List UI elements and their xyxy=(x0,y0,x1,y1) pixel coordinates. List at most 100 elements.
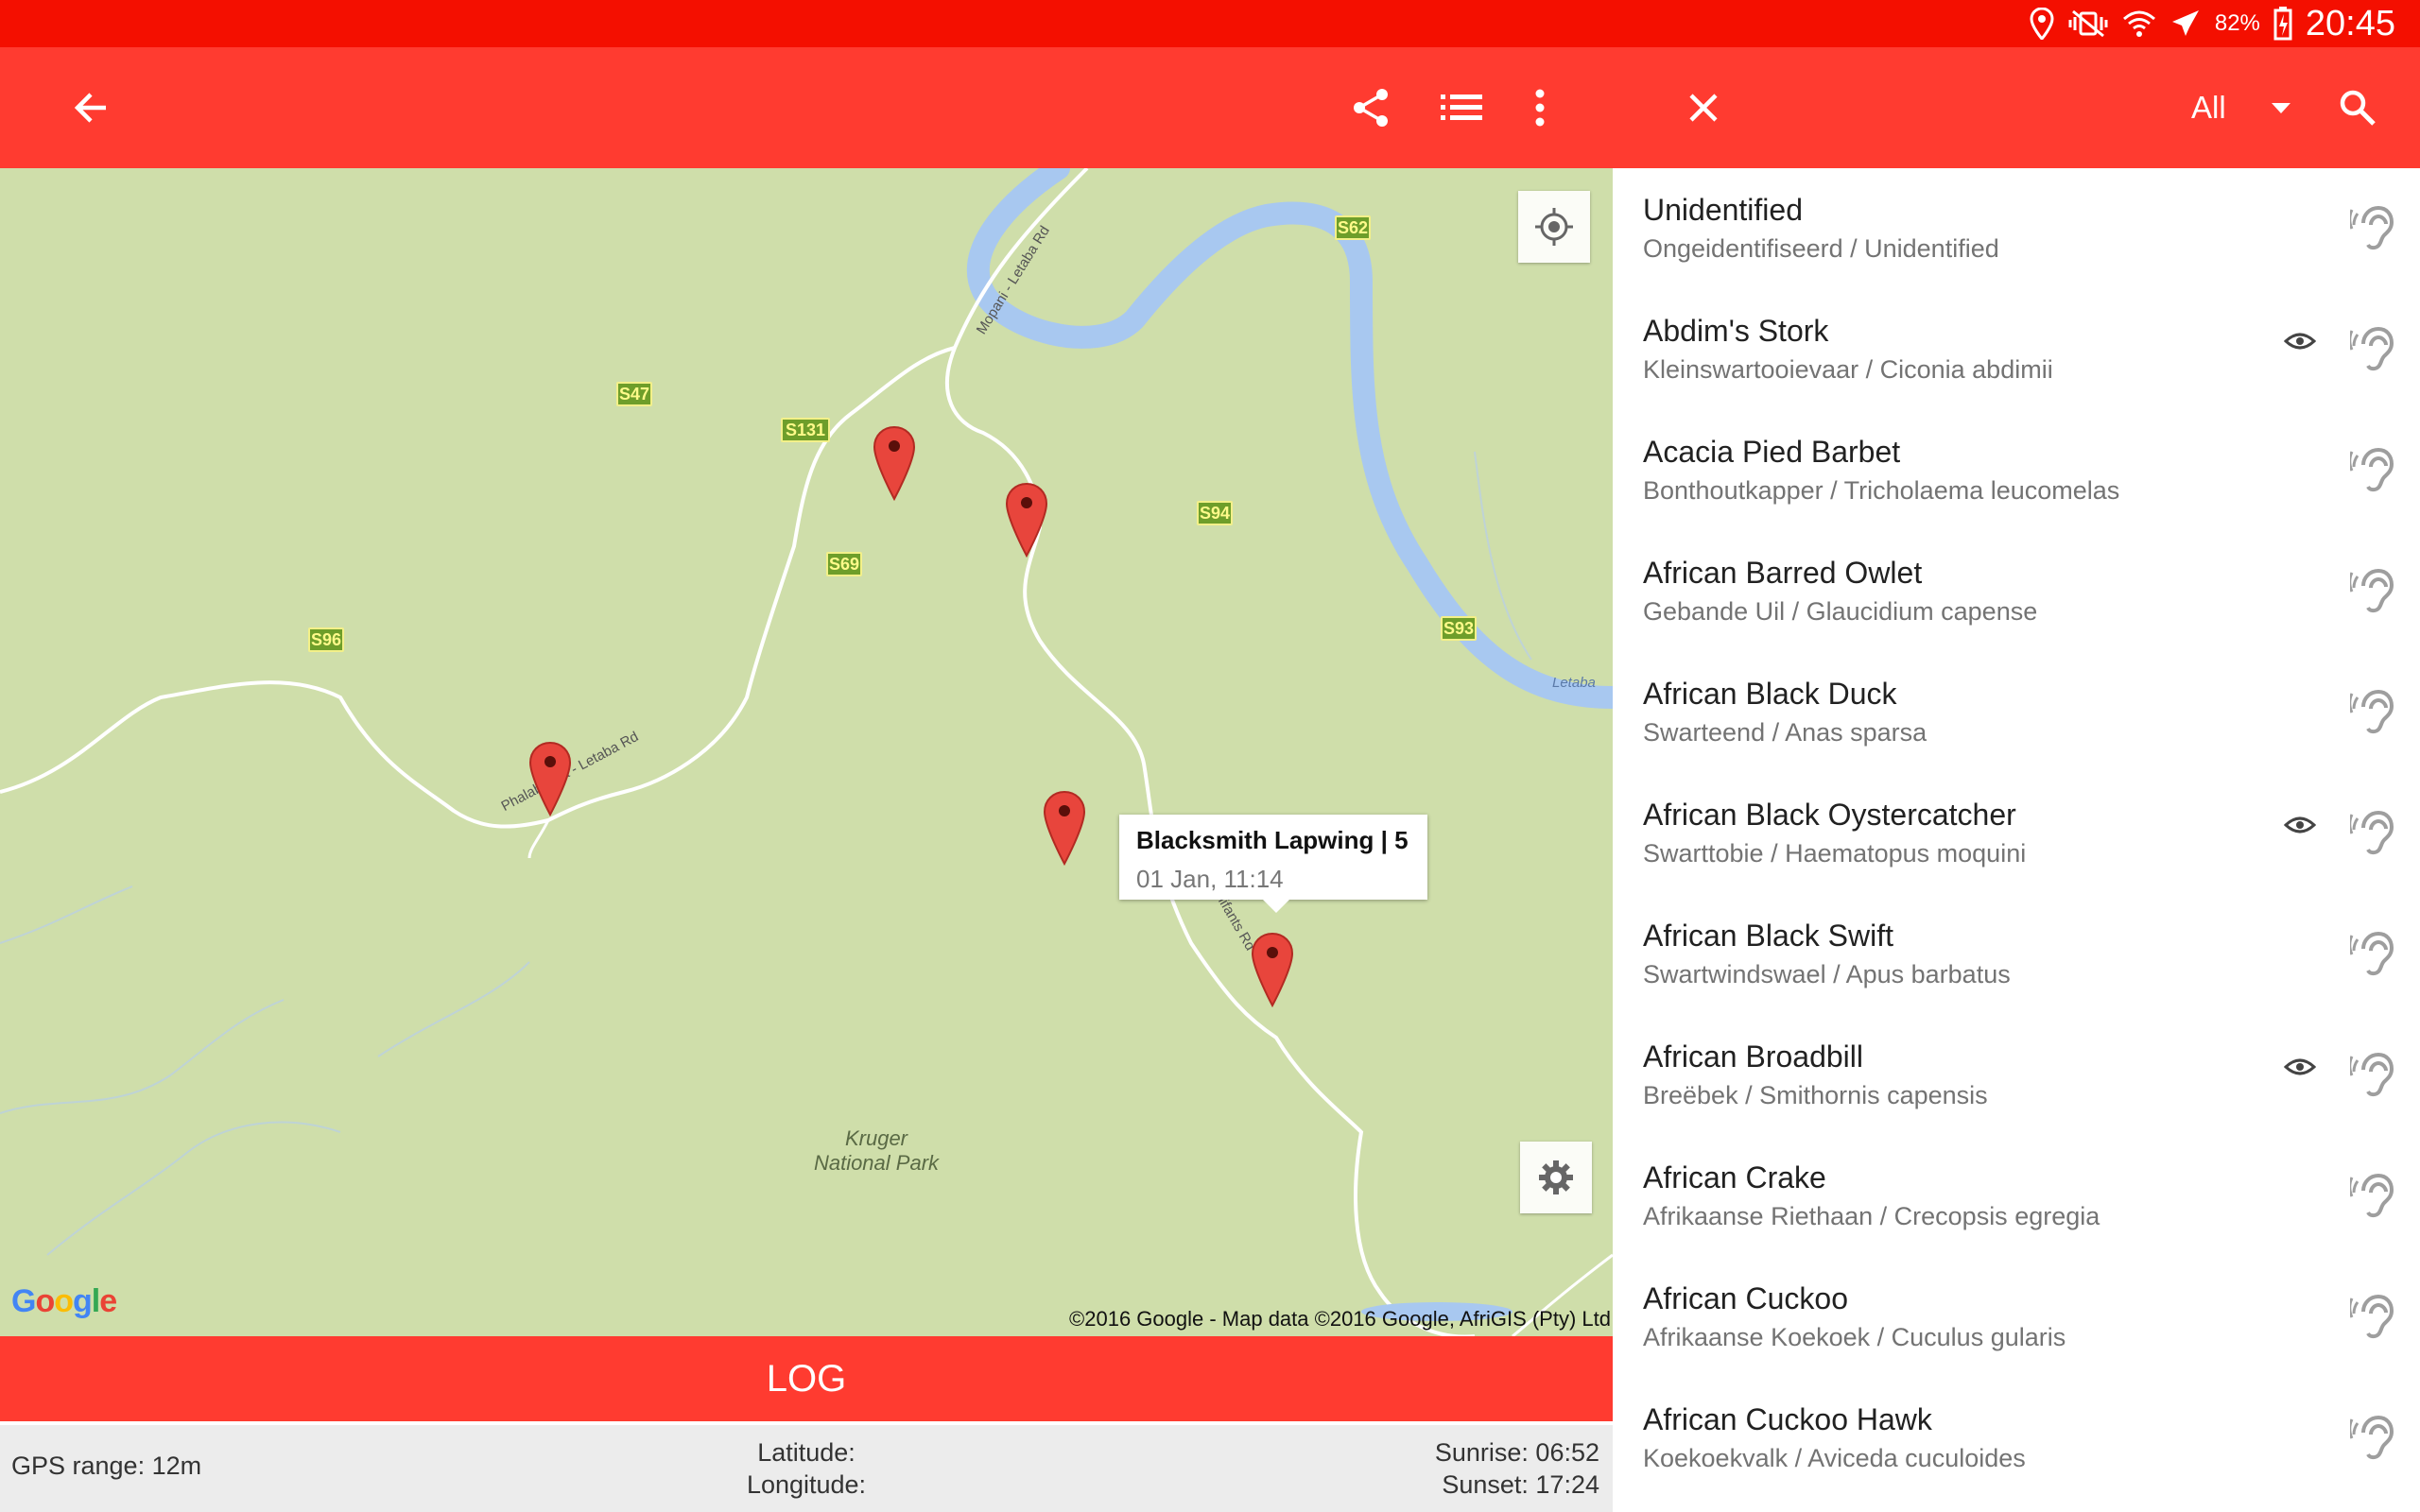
play-call-ear-icon[interactable] xyxy=(2348,686,2395,739)
species-name: African Black Swift xyxy=(1643,919,1893,953)
more-vert-icon xyxy=(1535,89,1545,127)
google-logo: Google xyxy=(11,1283,117,1319)
sighting-pin[interactable] xyxy=(1004,482,1049,558)
clock: 20:45 xyxy=(2305,3,2395,43)
species-alt-names: Bonthoutkapper / Tricholaema leucomelas xyxy=(1643,476,2120,505)
species-name: Unidentified xyxy=(1643,193,1803,227)
play-call-ear-icon[interactable] xyxy=(2348,1291,2395,1344)
species-name: African Cuckoo Hawk xyxy=(1643,1402,1932,1436)
species-name: African Black Oystercatcher xyxy=(1643,798,2016,832)
route-label: S94 xyxy=(1197,501,1233,525)
species-list[interactable]: Unidentified Ongeidentifiseerd / Unidenti… xyxy=(1613,168,2420,1512)
play-call-ear-icon[interactable] xyxy=(2348,323,2395,376)
play-call-ear-icon[interactable] xyxy=(2348,1049,2395,1102)
sighting-pin-selected[interactable] xyxy=(1250,932,1295,1007)
list-view-button[interactable] xyxy=(1429,76,1494,140)
species-alt-names: Afrikaanse Koekoek / Cuculus gularis xyxy=(1643,1323,2066,1351)
close-icon xyxy=(1689,94,1718,122)
species-name: Abdim's Stork xyxy=(1643,314,1829,348)
play-call-ear-icon[interactable] xyxy=(2348,444,2395,497)
my-location-button[interactable] xyxy=(1518,191,1590,263)
gear-icon xyxy=(1539,1160,1573,1194)
sun-times: Sunrise: 06:52 Sunset: 17:24 xyxy=(1435,1436,1599,1501)
log-button[interactable]: LOG xyxy=(0,1336,1613,1421)
play-call-ear-icon[interactable] xyxy=(2348,928,2395,981)
species-list-item[interactable]: African Black Oystercatcher Swarttobie / … xyxy=(1613,773,2420,894)
dropdown-arrow-icon xyxy=(2271,102,2290,113)
species-alt-names: Swarttobie / Haematopus moquini xyxy=(1643,839,2027,868)
coordinates: Latitude: Longitude: xyxy=(0,1436,1613,1501)
back-button[interactable] xyxy=(59,76,123,140)
route-label: S96 xyxy=(308,627,344,652)
share-icon xyxy=(1354,89,1388,127)
species-list-item[interactable]: African Black Swift Swartwindswael / Apus… xyxy=(1613,894,2420,1015)
close-button[interactable] xyxy=(1671,76,1736,140)
play-call-ear-icon[interactable] xyxy=(2348,565,2395,618)
species-name: African Broadbill xyxy=(1643,1040,1863,1074)
park-label-line: National Park xyxy=(813,1151,940,1175)
species-alt-names: Afrikaanse Riethaan / Crecopsis egregia xyxy=(1643,1202,2100,1230)
status-bar: 82% 20:45 xyxy=(0,0,2420,47)
seen-eye-icon xyxy=(2283,331,2317,352)
seen-eye-icon xyxy=(2283,815,2317,835)
species-list-item[interactable]: African Black Duck Swarteend / Anas spars… xyxy=(1613,652,2420,773)
longitude-label: Longitude: xyxy=(746,1470,867,1499)
share-button[interactable] xyxy=(1339,76,1403,140)
latitude-label: Latitude: xyxy=(757,1438,856,1467)
species-name: Acacia Pied Barbet xyxy=(1643,435,1901,469)
battery-percent: 82% xyxy=(2214,10,2260,36)
vibrate-icon xyxy=(2068,9,2108,38)
play-call-ear-icon[interactable] xyxy=(2348,807,2395,860)
sighting-pin[interactable] xyxy=(527,741,573,816)
filter-value: All xyxy=(2191,90,2226,125)
species-list-item[interactable]: African Cuckoo Afrikaanse Koekoek / Cucul… xyxy=(1613,1257,2420,1378)
seen-eye-icon xyxy=(2283,1057,2317,1077)
species-filter-dropdown[interactable]: All xyxy=(2191,47,2290,168)
search-button[interactable] xyxy=(2325,76,2390,140)
species-alt-names: Swarteend / Anas sparsa xyxy=(1643,718,1927,747)
play-call-ear-icon[interactable] xyxy=(2348,1170,2395,1223)
species-name: African Crake xyxy=(1643,1160,1826,1194)
route-label: S47 xyxy=(616,382,652,406)
location-footer: GPS range: 12m Latitude: Longitude: Sunr… xyxy=(0,1425,1613,1512)
battery-icon xyxy=(2273,7,2292,41)
species-list-item[interactable]: African Crake Afrikaanse Riethaan / Creco… xyxy=(1613,1136,2420,1257)
species-name: African Barred Owlet xyxy=(1643,556,1923,590)
play-call-ear-icon[interactable] xyxy=(2348,1412,2395,1465)
species-name: African Cuckoo xyxy=(1643,1281,1848,1315)
more-options-button[interactable] xyxy=(1508,76,1572,140)
airplane-icon xyxy=(2171,10,2199,36)
species-alt-names: Gebande Uil / Glaucidium capense xyxy=(1643,597,2038,626)
route-label: S69 xyxy=(826,552,862,576)
map-attribution[interactable]: ©2016 Google - Map data ©2016 Google, Af… xyxy=(1069,1307,1613,1332)
map-view[interactable]: S62 S47 S131 S94 S69 S96 S93 Mopani - Le… xyxy=(0,168,1613,1336)
species-list-item[interactable]: African Broadbill Breëbek / Smithornis ca… xyxy=(1613,1015,2420,1136)
park-label-line: Kruger xyxy=(844,1126,908,1150)
back-arrow-icon xyxy=(74,93,106,123)
route-label: S131 xyxy=(781,418,830,442)
species-list-item[interactable]: Acacia Pied Barbet Bonthoutkapper / Trich… xyxy=(1613,410,2420,531)
species-list-item[interactable]: African Cuckoo Hawk Koekoekvalk / Aviceda… xyxy=(1613,1378,2420,1499)
species-name: African Black Duck xyxy=(1643,677,1897,711)
species-alt-names: Swartwindswael / Apus barbatus xyxy=(1643,960,2011,988)
wifi-icon xyxy=(2122,10,2155,37)
species-alt-names: Ongeidentifiseerd / Unidentified xyxy=(1643,234,1999,263)
species-list-item[interactable]: Unidentified Ongeidentifiseerd / Unidenti… xyxy=(1613,168,2420,289)
app-toolbar xyxy=(0,47,2420,168)
map-settings-button[interactable] xyxy=(1520,1142,1592,1213)
sighting-info-window[interactable]: Blacksmith Lapwing | 5 01 Jan, 11:14 xyxy=(1119,815,1427,913)
route-label: S93 xyxy=(1441,616,1477,641)
status-icons: 82% 20:45 xyxy=(2030,0,2395,47)
park-label: Kruger National Park xyxy=(786,1126,966,1176)
sunrise-time: Sunrise: 06:52 xyxy=(1434,1438,1599,1467)
species-alt-names: Kleinswartooievaar / Ciconia abdimii xyxy=(1643,355,2053,384)
species-list-item[interactable]: Abdim's Stork Kleinswartooievaar / Ciconi… xyxy=(1613,289,2420,410)
species-alt-names: Breëbek / Smithornis capensis xyxy=(1643,1081,1988,1109)
sighting-pin[interactable] xyxy=(1042,790,1087,866)
route-label: S62 xyxy=(1335,215,1371,240)
list-icon xyxy=(1441,94,1482,120)
sighting-pin[interactable] xyxy=(872,425,917,501)
info-window-time: 01 Jan, 11:14 xyxy=(1136,865,1284,893)
species-list-item[interactable]: African Barred Owlet Gebande Uil / Glauci… xyxy=(1613,531,2420,652)
play-call-ear-icon[interactable] xyxy=(2348,202,2395,255)
